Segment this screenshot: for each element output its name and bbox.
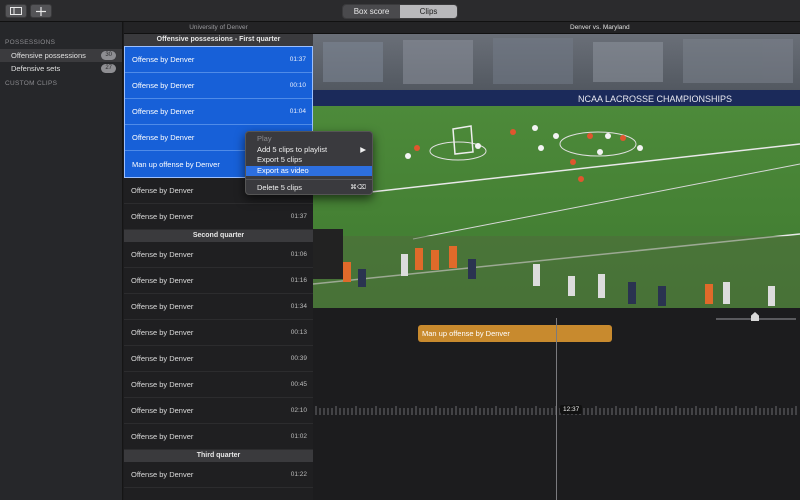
clip-row[interactable]: Offense by Denver 00:10 <box>125 73 312 99</box>
stadium-banner: NCAA LACROSSE CHAMPIONSHIPS <box>578 94 732 104</box>
clip-row[interactable]: Offense by Denver 01:16 <box>124 268 313 294</box>
clip-row[interactable]: Offense by Denver 01:02 <box>124 424 313 450</box>
timeline-clip[interactable]: Man up offense by Denver <box>418 325 612 342</box>
menu-shortcut: ⌘⌫ <box>350 184 366 191</box>
clip-duration: 01:37 <box>290 213 307 220</box>
menu-item-label: Export 5 clips <box>257 155 303 164</box>
sidebar-icon <box>10 7 22 15</box>
clip-title: Offense by Denver <box>132 107 195 116</box>
game-title: Denver vs. Maryland <box>570 24 630 31</box>
clip-row[interactable]: Offense by Denver 01:37 <box>125 47 312 73</box>
section-header: Second quarter <box>124 230 313 242</box>
clip-duration: 01:22 <box>290 471 307 478</box>
playhead-timecode: 12:37 <box>560 405 583 414</box>
context-menu: Play Add 5 clips to playlist ▶ Export 5 c… <box>245 131 373 195</box>
menu-separator <box>246 179 372 180</box>
clip-duration: 00:39 <box>290 355 307 362</box>
toolbar: Box score Clips <box>0 0 800 22</box>
video-frame: NCAA LACROSSE CHAMPIONSHIPS <box>313 34 800 308</box>
add-clip-button[interactable] <box>30 4 52 18</box>
clip-title: Offense by Denver <box>131 212 194 221</box>
clip-title: Offense by Denver <box>132 55 195 64</box>
zoom-slider-knob[interactable] <box>751 312 759 321</box>
clip-title: Offense by Denver <box>131 470 194 479</box>
menu-item-delete-clips[interactable]: Delete 5 clips ⌘⌫ <box>246 183 372 194</box>
clip-title: Offense by Denver <box>131 328 194 337</box>
clip-row[interactable]: Offense by Denver 01:06 <box>124 242 313 268</box>
sidebar-item-offensive-possessions[interactable]: Offensive possessions 30 <box>0 49 122 62</box>
clip-duration: 01:06 <box>290 251 307 258</box>
clip-row[interactable]: Offense by Denver 00:39 <box>124 346 313 372</box>
clip-duration: 01:37 <box>289 56 306 63</box>
clip-row[interactable]: Offense by Denver 00:45 <box>124 372 313 398</box>
video-player[interactable]: NCAA LACROSSE CHAMPIONSHIPS <box>313 34 800 308</box>
menu-item-add-to-playlist[interactable]: Add 5 clips to playlist ▶ <box>246 145 372 156</box>
sidebar-item-defensive-sets[interactable]: Defensive sets 27 <box>0 62 122 75</box>
clip-row[interactable]: Offense by Denver 01:04 <box>125 99 312 125</box>
submenu-arrow-icon: ▶ <box>360 144 366 154</box>
clip-list: Offensive possessions - First quarter Of… <box>124 34 313 500</box>
game-column-header: Denver vs. Maryland <box>313 22 800 34</box>
sidebar: POSSESSIONS Offensive possessions 30 Def… <box>0 22 123 500</box>
menu-item-label: Play <box>257 134 272 143</box>
clip-row[interactable]: Offense by Denver 01:22 <box>124 462 313 488</box>
clip-title: Offense by Denver <box>131 406 194 415</box>
clip-row[interactable]: Offense by Denver 00:13 <box>124 320 313 346</box>
playhead[interactable] <box>556 318 557 500</box>
custom-clips-header: CUSTOM CLIPS <box>5 80 58 87</box>
clip-duration: 00:10 <box>289 82 306 89</box>
tab-box-score[interactable]: Box score <box>343 5 400 18</box>
menu-item-label: Export as video <box>257 165 309 175</box>
clip-title: Offense by Denver <box>132 81 195 90</box>
clip-title: Offense by Denver <box>131 276 194 285</box>
sidebar-toggle-button[interactable] <box>5 4 27 18</box>
clip-row[interactable]: Offense by Denver 01:34 <box>124 294 313 320</box>
clip-duration: 01:04 <box>289 108 306 115</box>
menu-item-label: Add 5 clips to playlist <box>257 144 328 154</box>
clip-title: Offense by Denver <box>131 432 194 441</box>
section-header: Third quarter <box>124 450 313 462</box>
clip-row[interactable]: Offense by Denver 02:10 <box>124 398 313 424</box>
sidebar-item-label: Offensive possessions <box>11 51 86 60</box>
clip-duration: 02:10 <box>290 407 307 414</box>
view-segmented-control: Box score Clips <box>342 4 458 19</box>
clip-row[interactable]: Offense by Denver 01:37 <box>124 204 313 230</box>
sidebar-item-label: Defensive sets <box>11 64 61 73</box>
menu-item-export-as-video[interactable]: Export as video <box>246 165 372 176</box>
clip-duration: 01:16 <box>290 277 307 284</box>
menu-item-export-clips[interactable]: Export 5 clips <box>246 155 372 166</box>
timeline[interactable]: Man up offense by Denver 12:37 <box>313 308 800 500</box>
count-badge: 30 <box>101 51 116 60</box>
clip-title: Offense by Denver <box>131 380 194 389</box>
split-plus-icon <box>36 6 46 16</box>
clip-title: Offense by Denver <box>131 250 194 259</box>
menu-item-label: Delete 5 clips <box>257 183 303 192</box>
tab-clips[interactable]: Clips <box>400 5 457 18</box>
clip-duration: 01:34 <box>290 303 307 310</box>
clip-title: Offense by Denver <box>131 302 194 311</box>
clip-duration: 00:45 <box>290 381 307 388</box>
menu-item-play[interactable]: Play <box>246 134 372 145</box>
clip-duration: 01:02 <box>290 433 307 440</box>
possessions-header: POSSESSIONS <box>5 39 56 46</box>
clip-duration: 00:13 <box>290 329 307 336</box>
team-column-header: University of Denver <box>124 22 313 34</box>
clip-title: Offense by Denver <box>131 354 194 363</box>
section-header: Offensive possessions - First quarter <box>124 34 313 46</box>
count-badge: 27 <box>101 64 116 73</box>
